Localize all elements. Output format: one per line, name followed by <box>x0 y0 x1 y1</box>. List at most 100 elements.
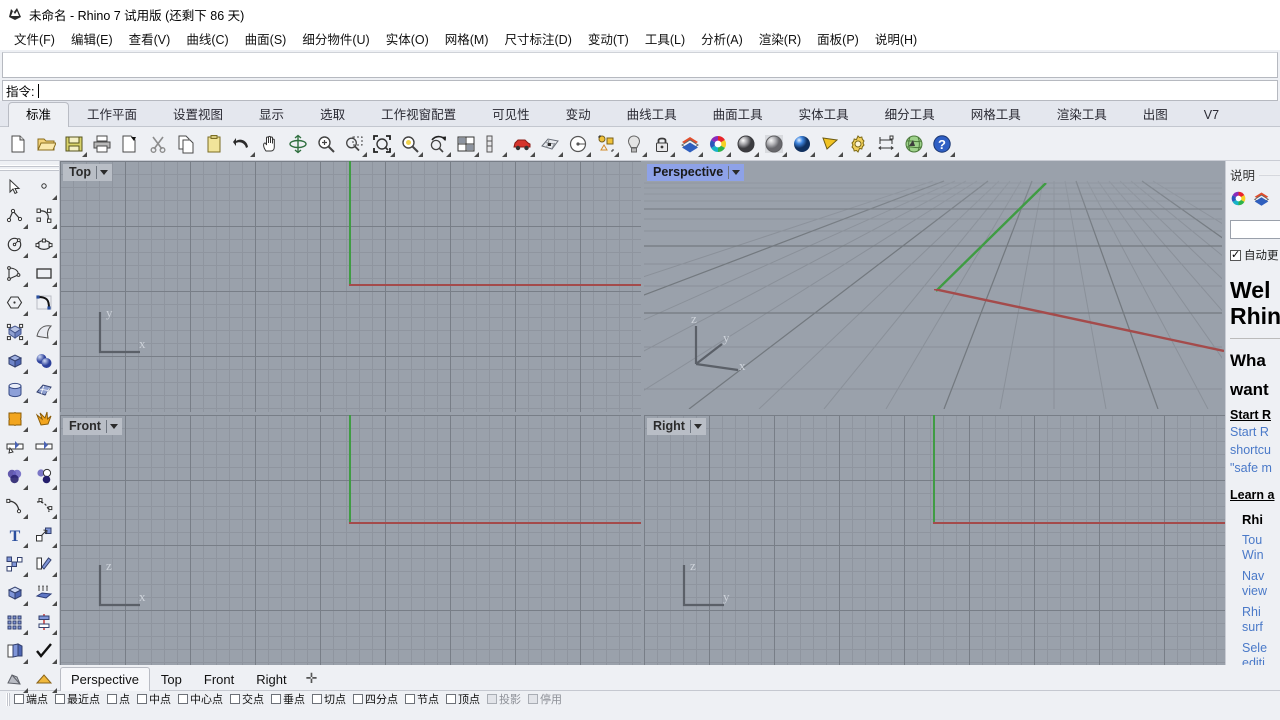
checkbox-icon[interactable] <box>178 694 188 704</box>
check-validate-icon[interactable] <box>29 636 58 665</box>
osnap-point[interactable]: 点 <box>107 691 130 707</box>
checkbox-icon[interactable] <box>405 694 415 704</box>
auto-update-checkbox[interactable]: 自动更 <box>1230 247 1280 263</box>
layer-panel-icon[interactable] <box>0 636 29 665</box>
menu-item-panels[interactable]: 面板(P) <box>809 27 867 51</box>
menu-item-mesh[interactable]: 网格(M) <box>437 27 497 51</box>
add-viewport-tab-icon[interactable]: ✛ <box>298 667 326 690</box>
zoom-extents-icon[interactable] <box>368 130 396 158</box>
chevron-down-icon[interactable] <box>732 170 740 175</box>
checkbox-icon[interactable] <box>528 694 538 704</box>
osnap-vertex[interactable]: 顶点 <box>446 691 480 707</box>
blend-curve-icon[interactable] <box>29 491 58 520</box>
rotate-object-icon[interactable] <box>29 549 58 578</box>
help-question-icon[interactable]: ? <box>928 130 956 158</box>
subd-puzzle-icon[interactable] <box>0 404 29 433</box>
polygon-icon[interactable] <box>0 288 29 317</box>
print-icon[interactable] <box>88 130 116 158</box>
tab-display[interactable]: 显示 <box>241 102 302 127</box>
color-wheel-icon[interactable] <box>704 130 732 158</box>
arc-triangle-icon[interactable] <box>0 259 29 288</box>
cplane-grid-icon[interactable] <box>536 130 564 158</box>
chevron-down-icon[interactable] <box>694 424 702 429</box>
osnap-knot[interactable]: 节点 <box>405 691 439 707</box>
surface-from-points-icon[interactable] <box>0 317 29 346</box>
osnap-grip[interactable] <box>6 693 10 706</box>
undo-view-icon[interactable] <box>424 130 452 158</box>
checkbox-icon[interactable] <box>487 694 497 704</box>
dimension-icon[interactable] <box>872 130 900 158</box>
mesh-plane-icon[interactable] <box>29 375 58 404</box>
rectangle-icon[interactable] <box>29 259 58 288</box>
tab-mesh-tools[interactable]: 网格工具 <box>953 102 1039 127</box>
paste-clipboard-icon[interactable] <box>200 130 228 158</box>
tab-curve-tools[interactable]: 曲线工具 <box>609 102 695 127</box>
text-tool-icon[interactable]: T <box>0 520 29 549</box>
tab-transform[interactable]: 变动 <box>548 102 609 127</box>
tab-subd-tools[interactable]: 细分工具 <box>867 102 953 127</box>
open-folder-icon[interactable] <box>32 130 60 158</box>
tab-viewport-layout[interactable]: 工作视窗配置 <box>363 102 474 127</box>
new-file-icon[interactable] <box>4 130 32 158</box>
checkbox-icon[interactable] <box>55 694 65 704</box>
checkbox-icon[interactable] <box>312 694 322 704</box>
osnap-tangent[interactable]: 切点 <box>312 691 346 707</box>
help-link-1-line2[interactable]: Win <box>1242 548 1280 563</box>
menu-item-tools[interactable]: 工具(L) <box>637 27 693 51</box>
select-cursor-icon[interactable] <box>0 172 29 201</box>
light-bulb-icon[interactable] <box>620 130 648 158</box>
group-objects-icon[interactable] <box>592 130 620 158</box>
command-line[interactable]: 指令: <box>2 80 1278 101</box>
menu-item-curve[interactable]: 曲线(C) <box>178 27 236 51</box>
sphere-boolean-icon[interactable] <box>29 346 58 375</box>
checkbox-icon[interactable] <box>271 694 281 704</box>
osnap-quad[interactable]: 四分点 <box>353 691 398 707</box>
gear-settings-icon[interactable] <box>844 130 872 158</box>
point-icon[interactable] <box>29 172 58 201</box>
surface-sweep-icon[interactable] <box>29 317 58 346</box>
tab-v7[interactable]: V7 <box>1186 102 1237 127</box>
help-link-4-line2[interactable]: editi <box>1242 656 1280 665</box>
box-solid-icon[interactable] <box>0 346 29 375</box>
pan-hand-icon[interactable] <box>256 130 284 158</box>
command-history[interactable] <box>2 52 1278 78</box>
checkbox-icon[interactable] <box>137 694 147 704</box>
help-link-1-line1[interactable]: Tou <box>1242 533 1280 548</box>
cut-scissors-icon[interactable] <box>144 130 172 158</box>
right-viewport[interactable]: z y Right <box>644 415 1225 666</box>
tab-render-tools[interactable]: 渲染工具 <box>1039 102 1125 127</box>
menu-item-dimension[interactable]: 尺寸标注(D) <box>497 27 580 51</box>
copy-objects-icon[interactable] <box>0 549 29 578</box>
osnap-disable[interactable]: 停用 <box>528 691 562 707</box>
menu-item-subd[interactable]: 细分物件(U) <box>294 27 377 51</box>
checkbox-icon[interactable] <box>446 694 456 704</box>
perspective-viewport[interactable]: z y x Perspective <box>644 161 1225 412</box>
tab-cplane[interactable]: 工作平面 <box>69 102 155 127</box>
save-floppy-icon[interactable] <box>60 130 88 158</box>
analysis-circle-icon[interactable] <box>564 130 592 158</box>
osnap-mid[interactable]: 中点 <box>137 691 171 707</box>
rendered-sphere-icon[interactable] <box>788 130 816 158</box>
menu-item-render[interactable]: 渲染(R) <box>751 27 809 51</box>
menu-item-help[interactable]: 说明(H) <box>867 27 925 51</box>
menu-item-solid[interactable]: 实体(O) <box>378 27 437 51</box>
viewport-layout-icon[interactable] <box>452 130 480 158</box>
zoom-window-icon[interactable] <box>340 130 368 158</box>
help-link-2-line1[interactable]: Nav <box>1242 569 1280 584</box>
layer-stack-icon[interactable] <box>676 130 704 158</box>
curve-fillet-icon[interactable] <box>29 288 58 317</box>
polyline-icon[interactable] <box>0 201 29 230</box>
checkbox-icon[interactable] <box>107 694 117 704</box>
explode-icon[interactable] <box>29 404 58 433</box>
render-material-icon[interactable] <box>29 665 58 694</box>
cplane-box-icon[interactable] <box>0 578 29 607</box>
osnap-near[interactable]: 最近点 <box>55 691 100 707</box>
tab-drafting[interactable]: 出图 <box>1125 102 1186 127</box>
ellipse-icon[interactable] <box>29 230 58 259</box>
viewport-tab-front[interactable]: Front <box>193 667 245 691</box>
tab-standard[interactable]: 标准 <box>8 102 69 127</box>
help-link-3-line2[interactable]: surf <box>1242 620 1280 635</box>
cylinder-icon[interactable] <box>0 375 29 404</box>
checkbox-icon[interactable] <box>14 694 24 704</box>
toolbar-grip[interactable] <box>0 165 59 171</box>
